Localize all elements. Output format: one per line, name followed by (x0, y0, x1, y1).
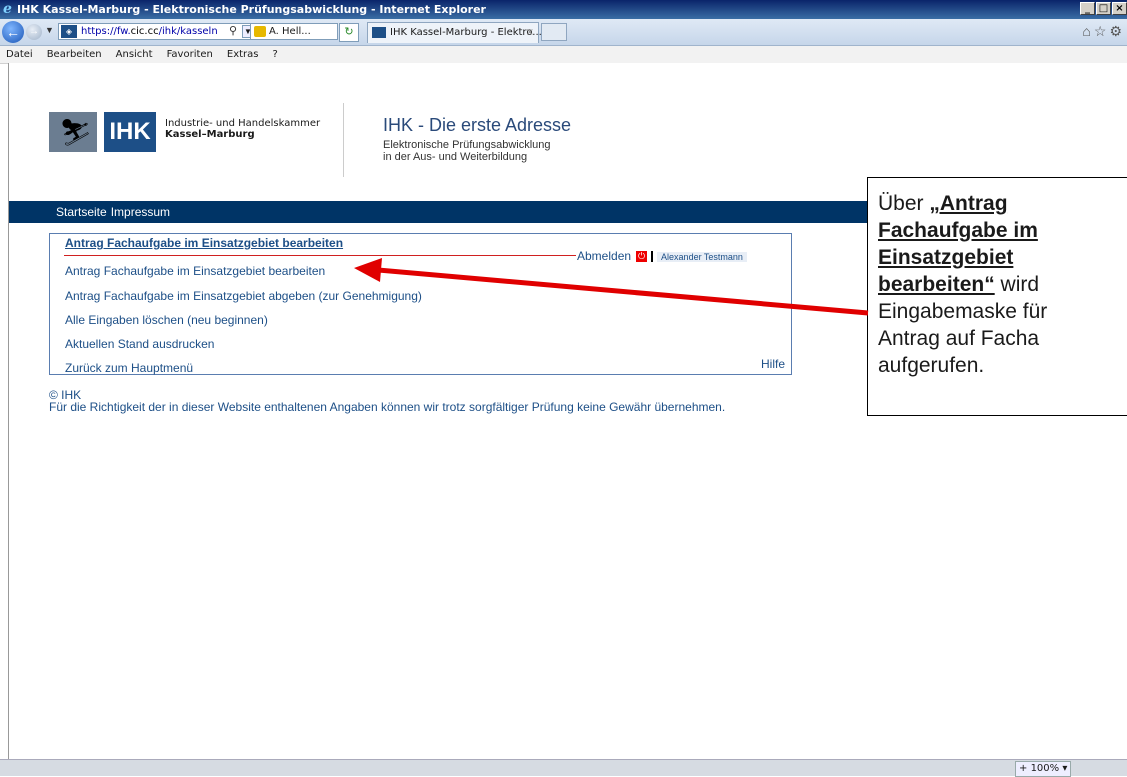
menu-help[interactable]: ? (273, 49, 278, 60)
tab-favicon-icon (372, 27, 386, 38)
menu-favorites[interactable]: Favoriten (167, 49, 213, 60)
menu-item-edit-application[interactable]: Antrag Fachaufgabe im Einsatzgebiet bear… (65, 264, 325, 278)
search-icon[interactable]: ⚲ (229, 24, 237, 37)
close-button[interactable]: × (1112, 2, 1127, 15)
heading-underline (64, 255, 576, 256)
home-icon[interactable]: ⌂ (1082, 23, 1093, 39)
menu-bar: Datei Bearbeiten Ansicht Favoriten Extras? (0, 46, 1127, 64)
menu-view[interactable]: Ansicht (116, 49, 153, 60)
menu-edit[interactable]: Bearbeiten (47, 49, 102, 60)
gear-icon[interactable]: ⚙ (1109, 23, 1125, 39)
nav-startseite-link[interactable]: Startseite (56, 205, 107, 219)
power-icon[interactable]: ⏻ (636, 251, 648, 263)
ihk-logo: IHK (104, 112, 156, 152)
new-tab-button[interactable] (541, 23, 567, 41)
forward-button[interactable]: → (26, 24, 42, 40)
annotation-callout: Über „Antrag Fachaufgabe im Einsatzgebie… (867, 177, 1127, 416)
window-title-bar: e IHK Kassel-Marburg - Elektronische Prü… (0, 0, 1127, 19)
site-favicon-icon: ◈ (61, 25, 77, 38)
menu-heading[interactable]: Antrag Fachaufgabe im Einsatzgebiet bear… (65, 236, 343, 250)
nav-impressum-link[interactable]: Impressum (111, 205, 170, 219)
disclaimer: Für die Richtigkeit der in dieser Websit… (49, 400, 726, 414)
logout-link[interactable]: Abmelden (577, 249, 631, 263)
page-slogan: IHK - Die erste Adresse (383, 115, 572, 135)
toolbar-icons: ⌂☆⚙ (1082, 23, 1125, 40)
window-controls: _ □ × (1080, 2, 1127, 15)
browser-tab[interactable]: IHK Kassel-Marburg - Elektro... × (367, 22, 542, 43)
status-bar: + 100% ▾ (0, 759, 1127, 777)
favorites-star-icon[interactable]: ☆ (1094, 23, 1110, 39)
menu-file[interactable]: Datei (6, 49, 33, 60)
address-url[interactable]: https://fw.cic.cc/ihk/kasseln (81, 25, 218, 39)
refresh-icon[interactable]: ↻ (339, 23, 359, 42)
logout-area: Abmelden ⏻ Alexander Testmann (577, 249, 747, 263)
internet-explorer-icon: e (3, 1, 12, 17)
page-subtitle: Elektronische Prüfungsabwicklung in der … (383, 139, 551, 163)
back-button[interactable]: ← (2, 21, 24, 43)
history-dropdown-icon[interactable]: ▼ (45, 25, 54, 35)
certificate-indicator[interactable]: A. Hell... ↻ (250, 23, 359, 42)
action-menu-box: Antrag Fachaufgabe im Einsatzgebiet bear… (49, 233, 792, 375)
menu-tools[interactable]: Extras (227, 49, 259, 60)
separator (651, 251, 654, 263)
skier-icon: ⛷ (59, 117, 93, 147)
address-bar[interactable]: ◈ https://fw.cic.cc/ihk/kasseln ⚲ ▼ (58, 23, 273, 40)
tab-close-icon[interactable]: × (526, 23, 534, 43)
ihk-logo-emblem: ⛷ (49, 112, 97, 152)
page-footer: © IHK Für die Richtigkeit der in dieser … (49, 389, 725, 413)
menu-item-submit-application[interactable]: Antrag Fachaufgabe im Einsatzgebiet abge… (65, 289, 422, 303)
minimize-button[interactable]: _ (1080, 2, 1095, 15)
menu-item-print-status[interactable]: Aktuellen Stand ausdrucken (65, 337, 214, 351)
window-title: IHK Kassel-Marburg - Elektronische Prüfu… (17, 3, 486, 16)
help-link[interactable]: Hilfe (761, 357, 785, 371)
header-divider (343, 103, 344, 177)
maximize-button[interactable]: □ (1096, 2, 1111, 15)
lock-icon (254, 26, 266, 37)
user-name: Alexander Testmann (657, 251, 747, 262)
menu-item-back-to-main[interactable]: Zurück zum Hauptmenü (65, 361, 193, 375)
browser-toolbar: ← → ▼ ◈ https://fw.cic.cc/ihk/kasseln ⚲ … (0, 19, 1127, 46)
chamber-name: Industrie- und Handelskammer Kassel–Marb… (165, 118, 321, 140)
menu-item-clear-inputs[interactable]: Alle Eingaben löschen (neu beginnen) (65, 313, 268, 327)
